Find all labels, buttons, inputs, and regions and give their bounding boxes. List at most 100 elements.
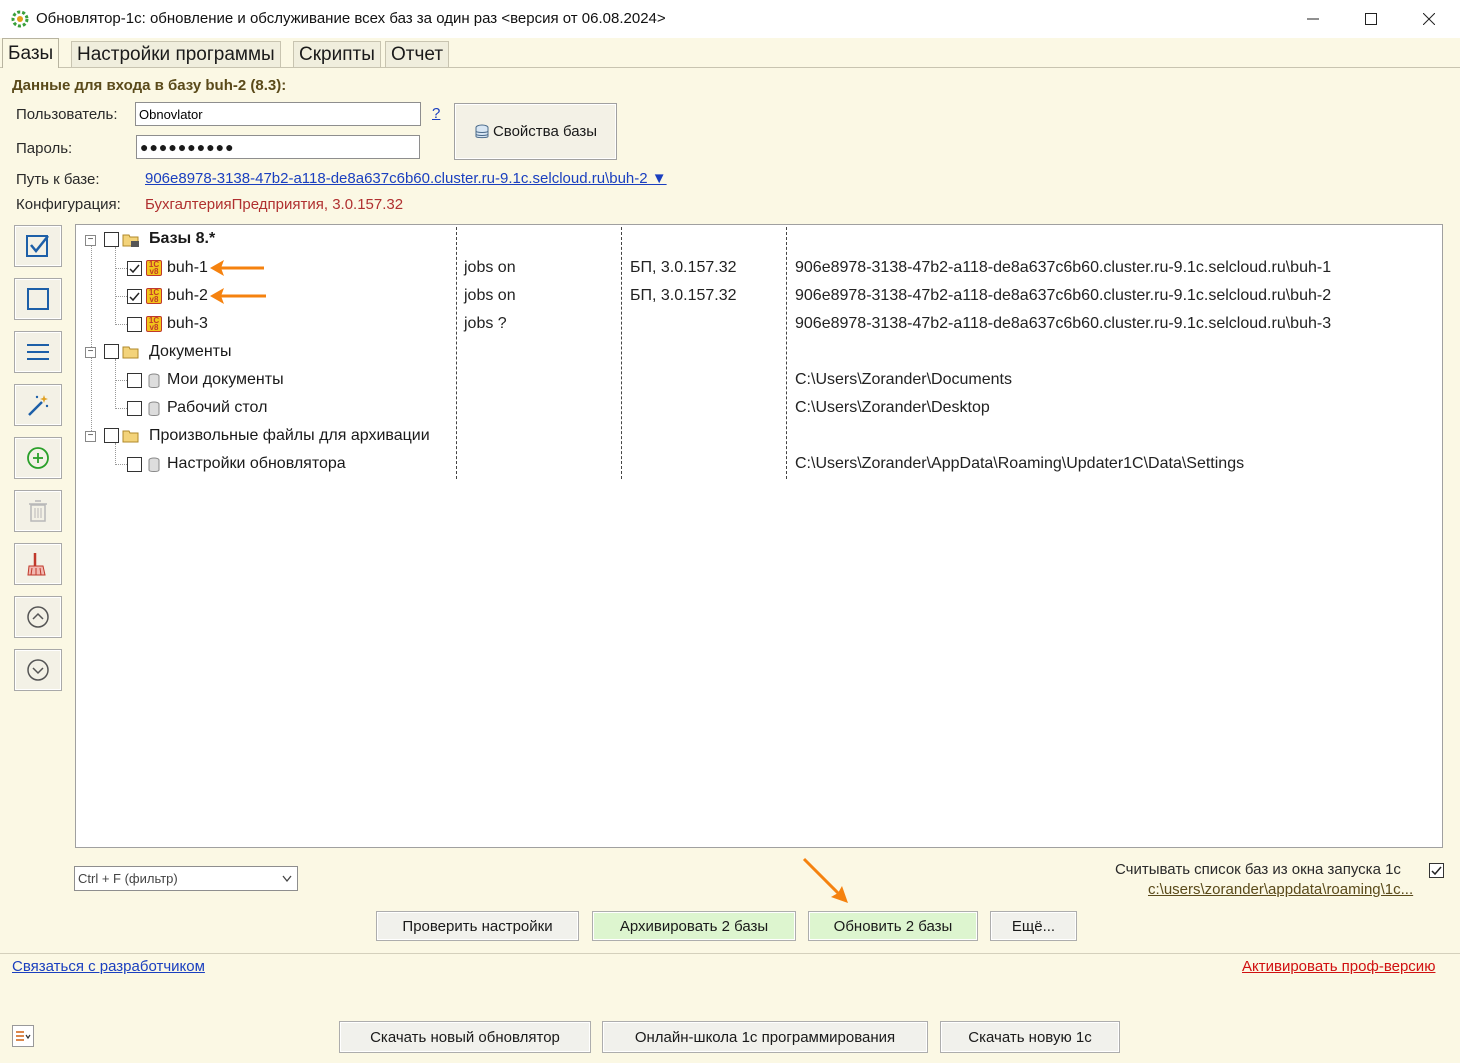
- app-logo-icon: [11, 10, 29, 28]
- expander-documents[interactable]: −: [85, 347, 96, 358]
- database-icon: [475, 124, 489, 138]
- tree-line: [115, 359, 116, 409]
- delete-button[interactable]: [14, 490, 62, 532]
- uncheck-all-button[interactable]: [14, 278, 62, 320]
- trash-icon: [29, 500, 47, 522]
- item-name-updater-settings[interactable]: Настройки обновлятора: [167, 450, 346, 478]
- magic-wand-icon: [28, 395, 49, 416]
- download-1c-button[interactable]: Скачать новую 1с: [940, 1021, 1120, 1053]
- maximize-button[interactable]: [1342, 0, 1400, 38]
- launch-list-checkbox[interactable]: [1429, 863, 1444, 878]
- tab-bases[interactable]: Базы: [2, 38, 60, 68]
- checkbox-checked-icon: [26, 235, 49, 257]
- base-name-buh-2[interactable]: buh-2: [167, 282, 208, 310]
- 1c-base-icon: 1C v8: [146, 260, 162, 276]
- password-input[interactable]: ●●●●●●●●●●: [136, 135, 420, 159]
- tab-program-settings[interactable]: Настройки программы: [71, 41, 281, 67]
- user-input[interactable]: [135, 102, 421, 126]
- jobs-buh-2: jobs on: [464, 287, 516, 304]
- magic-wand-button[interactable]: [14, 384, 62, 426]
- tab-scripts[interactable]: Скрипты: [293, 41, 381, 67]
- checkbox-group-custom-files[interactable]: [104, 428, 119, 443]
- online-school-button[interactable]: Онлайн-школа 1с программирования: [602, 1021, 928, 1053]
- item-name-desktop[interactable]: Рабочий стол: [167, 394, 267, 422]
- base-name-buh-1[interactable]: buh-1: [167, 254, 208, 282]
- chevron-down-icon: [282, 875, 292, 883]
- tree-line: [115, 380, 127, 381]
- item-name-my-documents[interactable]: Мои документы: [167, 366, 284, 394]
- path-updater-settings: C:\Users\Zorander\AppData\Roaming\Update…: [795, 455, 1245, 472]
- close-icon: [1423, 13, 1435, 25]
- tree-line: [115, 296, 127, 297]
- minimize-button[interactable]: [1284, 0, 1342, 38]
- column-separator: [621, 227, 622, 479]
- checkmark-icon: [1431, 866, 1442, 876]
- tree-line: [91, 245, 92, 437]
- checkbox-group-bases8[interactable]: [104, 232, 119, 247]
- 1c-base-icon: 1C v8: [146, 316, 162, 332]
- checkbox-buh-3[interactable]: [127, 317, 142, 332]
- path-buh-3: 906e8978-3138-47b2-a118-de8a637c6b60.clu…: [795, 315, 1332, 332]
- launch-list-label: Считывать список баз из окна запуска 1с: [1115, 861, 1401, 878]
- clean-button[interactable]: [14, 543, 62, 585]
- checkbox-buh-2[interactable]: [127, 289, 142, 304]
- move-down-button[interactable]: [14, 649, 62, 691]
- filter-placeholder: Ctrl + F (фильтр): [78, 871, 178, 886]
- db-properties-label: Свойства базы: [492, 123, 598, 140]
- checkbox-desktop[interactable]: [127, 401, 142, 416]
- tree-line: [115, 268, 127, 269]
- password-label: Пароль:: [16, 140, 73, 157]
- db-path-link[interactable]: 906e8978-3138-47b2-a118-de8a637c6b60.clu…: [145, 170, 667, 187]
- checkbox-group-documents[interactable]: [104, 344, 119, 359]
- db-properties-button[interactable]: Свойства базы: [454, 103, 617, 160]
- path-label: Путь к базе:: [16, 171, 100, 188]
- jobs-buh-1: jobs on: [464, 259, 516, 276]
- checkbox-updater-settings[interactable]: [127, 457, 142, 472]
- plus-circle-icon: [27, 447, 49, 469]
- help-link[interactable]: ?: [432, 105, 440, 122]
- jobs-buh-3: jobs ?: [464, 315, 507, 332]
- broom-icon: [27, 553, 46, 576]
- column-separator: [786, 227, 787, 479]
- window-title: Обновлятор-1с: обновление и обслуживание…: [36, 10, 666, 27]
- close-button[interactable]: [1400, 0, 1458, 38]
- minimize-icon: [1307, 18, 1319, 20]
- checkbox-empty-icon: [27, 288, 49, 310]
- move-up-button[interactable]: [14, 596, 62, 638]
- expander-bases8[interactable]: −: [85, 235, 96, 246]
- group-label-custom-files[interactable]: Произвольные файлы для архивации: [149, 422, 430, 450]
- base-name-buh-3[interactable]: buh-3: [167, 310, 208, 338]
- launch-list-path-link[interactable]: c:\users\zorander\appdata\roaming\1c...: [1148, 881, 1413, 898]
- add-button[interactable]: [14, 437, 62, 479]
- arrow-down-circle-icon: [27, 659, 49, 681]
- folder-icon: [122, 346, 139, 359]
- expander-custom-files[interactable]: −: [85, 431, 96, 442]
- tree-line: [115, 324, 127, 325]
- tab-report[interactable]: Отчет: [385, 41, 450, 67]
- folder-db-icon: [122, 234, 139, 247]
- bases-tree[interactable]: − Базы 8.* 1C v8 buh-1 jobs on БП, 3.0.15…: [75, 224, 1443, 848]
- update-button[interactable]: Обновить 2 базы: [808, 911, 978, 941]
- config-value: БухгалтерияПредприятия, 3.0.157.32: [145, 196, 404, 213]
- menu-toggle-button[interactable]: [12, 1025, 34, 1047]
- path-desktop: C:\Users\Zorander\Desktop: [795, 399, 990, 416]
- check-all-button[interactable]: [14, 225, 62, 267]
- archive-button[interactable]: Архивировать 2 базы: [592, 911, 796, 941]
- footer-divider: [0, 953, 1460, 954]
- tree-line: [115, 464, 127, 465]
- more-button[interactable]: Ещё...: [990, 911, 1077, 941]
- activate-pro-link[interactable]: Активировать проф-версию: [1242, 958, 1435, 975]
- checkmark-icon: [129, 292, 140, 302]
- config-buh-1: БП, 3.0.157.32: [630, 259, 737, 276]
- tree-line: [115, 443, 116, 465]
- filter-combo[interactable]: Ctrl + F (фильтр): [74, 866, 298, 891]
- group-label-documents[interactable]: Документы: [149, 338, 231, 366]
- check-settings-button[interactable]: Проверить настройки: [376, 911, 579, 941]
- path-buh-2: 906e8978-3138-47b2-a118-de8a637c6b60.clu…: [795, 287, 1332, 304]
- contact-developer-link[interactable]: Связаться с разработчиком: [12, 958, 205, 975]
- checkbox-buh-1[interactable]: [127, 261, 142, 276]
- list-view-button[interactable]: [14, 331, 62, 373]
- checkbox-my-documents[interactable]: [127, 373, 142, 388]
- download-updater-button[interactable]: Скачать новый обновлятор: [339, 1021, 591, 1053]
- group-label-bases8[interactable]: Базы 8.*: [149, 225, 215, 253]
